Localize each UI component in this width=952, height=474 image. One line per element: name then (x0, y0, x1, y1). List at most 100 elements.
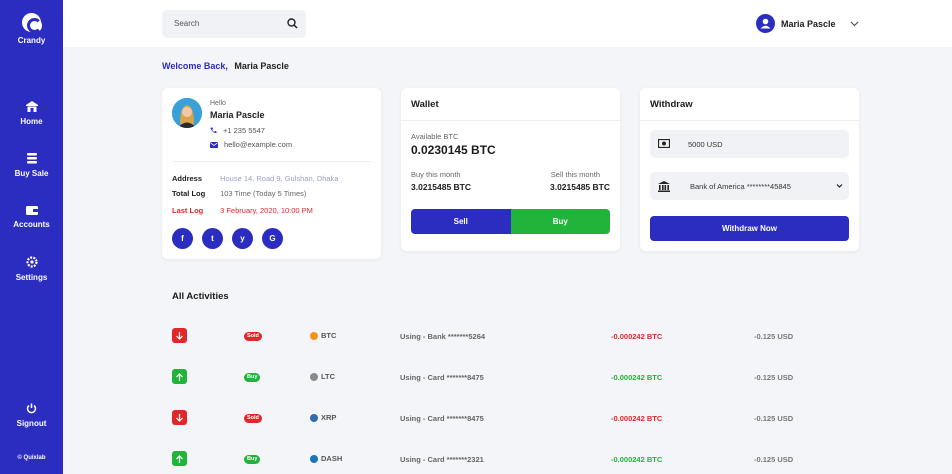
wallet-icon (25, 206, 38, 215)
stack-icon (26, 153, 37, 164)
sidebar-item-label: Settings (15, 273, 48, 282)
activity-description: Using - Bank *******5264 (400, 332, 486, 341)
divider (401, 120, 620, 121)
coin-label: XRP (310, 413, 336, 422)
wallet-card: Wallet Available BTC 0.0230145 BTC Buy t… (401, 88, 620, 251)
arrow-up-icon (172, 451, 187, 466)
youtube-icon[interactable]: y (232, 228, 253, 249)
search-placeholder: Search (174, 19, 200, 28)
activity-description: Using - Card *******2321 (400, 455, 484, 464)
activity-description: Using - Card *******8475 (400, 414, 484, 423)
coin-label: DASH (310, 454, 342, 463)
welcome-name: Maria Pascle (234, 61, 289, 71)
topbar: Search Maria Pascle (63, 0, 952, 47)
google-icon[interactable]: G (262, 228, 283, 249)
social-links: f t y G (172, 228, 283, 249)
activity-usd: -0.125 USD (754, 414, 794, 423)
facebook-icon[interactable]: f (172, 228, 193, 249)
crandy-logo-icon (22, 13, 42, 33)
activity-amount: -0.000242 BTC (611, 332, 663, 341)
activity-row[interactable]: Buy LTC Using - Card *******8475 -0.0002… (162, 367, 859, 387)
available-label: Available BTC (411, 132, 459, 141)
user-name: Maria Pascle (781, 19, 836, 29)
sell-month-value: 3.0215485 BTC (549, 182, 610, 192)
address-label: Address (172, 174, 203, 183)
user-avatar-icon (756, 14, 775, 33)
coin-name: DASH (321, 454, 343, 463)
withdraw-amount-field[interactable]: 5000 USD (650, 130, 849, 158)
activity-usd: -0.125 USD (754, 332, 794, 341)
dash-icon (310, 454, 318, 463)
gear-icon (25, 256, 38, 268)
status-badge: Sold (244, 332, 262, 341)
coin-name: LTC (321, 372, 336, 381)
sell-month-label: Sell this month (550, 170, 600, 179)
profile-email-text: hello@example.com (224, 140, 293, 149)
last-log-value: 3 February, 2020, 10:00 PM (220, 206, 313, 215)
activity-row[interactable]: Buy DASH Using - Card *******2321 -0.000… (162, 449, 859, 469)
withdraw-now-button[interactable]: Withdraw Now (650, 216, 849, 241)
coin-name: XRP (321, 413, 337, 422)
app-name: Crandy (17, 36, 46, 45)
profile-last-log: Last Log 3 February, 2020, 10:00 PM (172, 206, 313, 215)
available-value: 0.0230145 BTC (411, 143, 496, 157)
activity-row[interactable]: Sold XRP Using - Card *******8475 -0.000… (162, 408, 859, 428)
home-icon (25, 101, 38, 112)
withdraw-card: Withdraw 5000 USD Bank of America ******… (640, 88, 859, 251)
status-badge: Buy (244, 455, 261, 464)
arrow-down-icon (172, 328, 187, 343)
activity-amount: -0.000242 BTC (611, 414, 663, 423)
phone-icon (210, 127, 217, 134)
total-log-value: 103 Time (Today 5 Times) (220, 189, 307, 198)
buy-month-label: Buy this month (411, 170, 461, 179)
chevron-down-icon[interactable] (850, 19, 859, 28)
bitcoin-icon (310, 331, 318, 340)
sidebar-item-label: Accounts (13, 220, 50, 229)
activity-usd: -0.125 USD (754, 455, 794, 464)
sidebar-item-label: Buy Sale (14, 169, 49, 178)
ripple-icon (310, 413, 318, 422)
twitter-icon[interactable]: t (202, 228, 223, 249)
power-icon (26, 403, 37, 414)
profile-greeting: Hello (210, 100, 226, 107)
profile-avatar (172, 98, 202, 128)
buy-button[interactable]: Buy (510, 209, 610, 234)
trade-buttons: Sell Buy (411, 209, 610, 234)
activity-usd: -0.125 USD (754, 373, 794, 382)
activity-amount: -0.000242 BTC (611, 455, 663, 464)
activities-title: All Activities (172, 291, 229, 302)
arrow-up-icon (172, 369, 187, 384)
sidebar-item-settings[interactable]: Settings (0, 256, 63, 282)
sidebar-item-home[interactable]: Home (0, 101, 63, 126)
signout-label: Signout (16, 419, 47, 428)
signout-button[interactable]: Signout (0, 403, 63, 428)
bank-select[interactable]: Bank of America ********45845 (650, 172, 849, 200)
sell-button[interactable]: Sell (411, 209, 511, 234)
status-badge: Sold (244, 414, 262, 423)
sidebar-item-buy-sale[interactable]: Buy Sale (0, 153, 63, 178)
profile-phone-text: +1 235 5547 (223, 126, 265, 135)
divider (640, 120, 859, 121)
arrow-down-icon (172, 410, 187, 425)
sidebar-item-accounts[interactable]: Accounts (0, 206, 63, 229)
profile-name: Maria Pascle (210, 110, 265, 120)
profile-total-log: Total Log 103 Time (Today 5 Times) (172, 189, 306, 198)
divider (172, 161, 371, 162)
address-value: House 14, Road 9, Gulshan, Dhaka (220, 174, 339, 183)
money-icon (658, 139, 670, 148)
coin-label: LTC (310, 372, 335, 381)
welcome-message: Welcome Back, Maria Pascle (162, 61, 289, 71)
profile-address: Address House 14, Road 9, Gulshan, Dhaka (172, 174, 339, 183)
search-input[interactable]: Search (162, 10, 306, 38)
welcome-prefix: Welcome Back, (162, 61, 228, 71)
logo[interactable]: Crandy (0, 13, 63, 45)
litecoin-icon (310, 372, 318, 381)
search-icon[interactable] (287, 18, 298, 29)
activity-row[interactable]: Sold BTC Using - Bank *******5264 -0.000… (162, 326, 859, 346)
wallet-title: Wallet (411, 99, 439, 110)
activity-description: Using - Card *******8475 (400, 373, 484, 382)
activity-amount: -0.000242 BTC (611, 373, 663, 382)
profile-card: Hello Maria Pascle +1 235 5547 hello@exa… (162, 88, 381, 259)
bank-icon (658, 181, 670, 192)
sidebar: Crandy Home Buy Sale Accounts Settings S… (0, 0, 63, 474)
